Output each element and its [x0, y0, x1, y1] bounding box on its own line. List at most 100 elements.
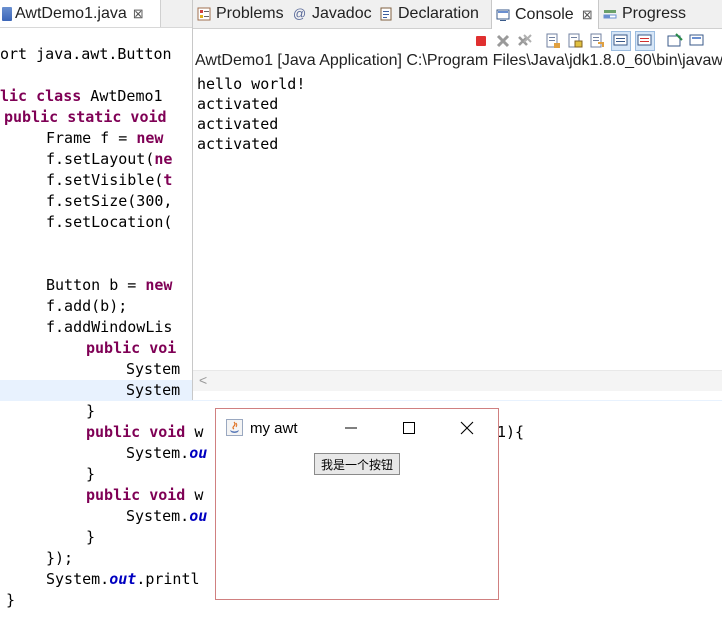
code-text: }); — [46, 549, 74, 567]
console-toolbar — [473, 31, 711, 51]
code-line-text: System.out.printl — [46, 569, 200, 590]
code-text: System. — [126, 507, 190, 525]
console-view: Problems @ Javadoc Declaration Console ⊠ — [192, 0, 722, 400]
code-text: f.setVisible( — [46, 171, 164, 189]
code-line-text: System.ou — [126, 506, 207, 527]
close-icon — [460, 421, 474, 435]
code-line-text: System — [126, 359, 180, 380]
console-output-line: hello world! — [197, 75, 306, 93]
remove-icon — [496, 34, 510, 48]
code-line-text: f.setLocation( — [46, 212, 172, 233]
awt-button[interactable]: 我是一个按钮 — [314, 453, 400, 475]
code-text: f.setLocation( — [46, 213, 173, 231]
tab-problems-label: Problems — [216, 5, 284, 22]
code-text: System. — [126, 444, 190, 462]
code-text: f.add(b); — [46, 297, 128, 315]
close-window-button[interactable] — [452, 417, 482, 439]
scroll-left-arrow-icon[interactable]: < — [199, 372, 207, 388]
code-text: w — [185, 423, 204, 441]
remove-all-icon — [518, 34, 532, 46]
code-line-text: System.ou — [126, 443, 207, 464]
console-icon — [496, 9, 510, 21]
code-line-text: ort java.awt.Button — [0, 44, 172, 65]
word-wrap-button[interactable] — [589, 33, 605, 49]
code-text: f.addWindowLis — [46, 318, 173, 336]
remove-launch-button[interactable] — [495, 33, 511, 49]
awt-title-bar[interactable]: my awt — [216, 409, 498, 447]
scroll-lock-icon — [568, 33, 583, 48]
java-file-icon — [2, 6, 12, 21]
code-line-text: } — [86, 527, 95, 548]
tab-console-label: Console — [515, 5, 574, 23]
code-line-text: public void w — [86, 422, 203, 443]
code-line-text: } — [6, 590, 15, 611]
code-text: } — [86, 528, 96, 546]
code-line-text: f.add(b); — [46, 296, 127, 317]
pin-console-button[interactable] — [667, 33, 683, 49]
minimize-button[interactable] — [336, 417, 366, 439]
minimize-icon — [345, 427, 357, 429]
code-text: System — [126, 360, 181, 378]
tab-progress[interactable]: Progress — [603, 0, 686, 28]
scroll-lock-button[interactable] — [567, 33, 583, 49]
clear-console-icon — [546, 33, 560, 48]
awt-frame-window[interactable]: my awt 我是一个按钮 — [215, 408, 499, 600]
code-keyword: lic class — [0, 87, 82, 105]
code-line-text: }); — [46, 548, 73, 569]
code-line-text: lic class AwtDemo1 — [0, 86, 163, 107]
code-line-text: f.setSize(300, — [46, 191, 172, 212]
console-output-line: activated — [197, 115, 279, 133]
show-on-stdout-button[interactable] — [611, 31, 631, 51]
maximize-button[interactable] — [394, 417, 424, 439]
remove-all-terminated-button[interactable] — [517, 33, 533, 49]
show-console-stdout-icon — [613, 34, 628, 46]
console-output[interactable]: hello world! activated activated activated — [197, 74, 305, 154]
code-text: AwtDemo1 — [81, 87, 163, 105]
code-line-text: Frame f = new — [46, 128, 163, 149]
code-keyword: new — [136, 129, 164, 147]
code-line-text: public void w — [86, 485, 203, 506]
code-text: f.setLayout( — [46, 150, 155, 168]
display-selected-console-button[interactable] — [689, 33, 705, 49]
awt-window-title: my awt — [250, 420, 298, 437]
maximize-icon — [403, 422, 415, 434]
show-on-stderr-button[interactable] — [635, 31, 655, 51]
code-text: } — [86, 402, 96, 420]
code-line-text: public voi — [86, 338, 176, 359]
code-keyword: public void — [86, 486, 186, 504]
terminate-button[interactable] — [473, 33, 489, 49]
terminate-icon — [476, 36, 486, 46]
tab-progress-label: Progress — [622, 5, 687, 22]
tab-console[interactable]: Console ⊠ — [491, 0, 599, 29]
code-line-text: System — [126, 380, 180, 401]
tab-declaration-label: Declaration — [398, 5, 479, 22]
code-text: } — [86, 465, 96, 483]
editor-tab-bar: AwtDemo1.java ⊠ — [0, 0, 192, 28]
progress-icon — [603, 10, 617, 19]
code-text: Button b = — [46, 276, 146, 294]
tab-javadoc[interactable]: @ Javadoc — [293, 0, 372, 28]
console-output-line: activated — [197, 135, 279, 153]
code-line-text: } — [86, 401, 95, 422]
code-keyword: public voi — [86, 339, 177, 357]
code-text: System. — [46, 570, 110, 588]
pin-icon — [667, 33, 683, 47]
tab-problems[interactable]: Problems — [197, 0, 284, 28]
problems-icon — [197, 7, 211, 21]
declaration-icon — [380, 7, 392, 21]
code-text: w — [185, 486, 204, 504]
code-field: ou — [189, 507, 208, 525]
tab-declaration[interactable]: Declaration — [379, 0, 479, 28]
code-keyword: public static void — [4, 108, 167, 126]
close-tab-icon[interactable]: ⊠ — [133, 6, 144, 22]
code-text: ort java.awt.Button — [0, 45, 172, 63]
show-console-stderr-icon — [637, 34, 652, 46]
close-console-icon[interactable]: ⊠ — [582, 7, 593, 23]
clear-console-button[interactable] — [545, 33, 561, 49]
code-keyword: ne — [154, 150, 173, 168]
code-field: out — [109, 570, 137, 588]
code-line-text: } — [86, 464, 95, 485]
editor-tab-awtdemo1[interactable]: AwtDemo1.java ⊠ — [0, 0, 161, 27]
horizontal-scrollbar[interactable]: < — [193, 370, 722, 391]
display-console-icon — [689, 34, 704, 46]
